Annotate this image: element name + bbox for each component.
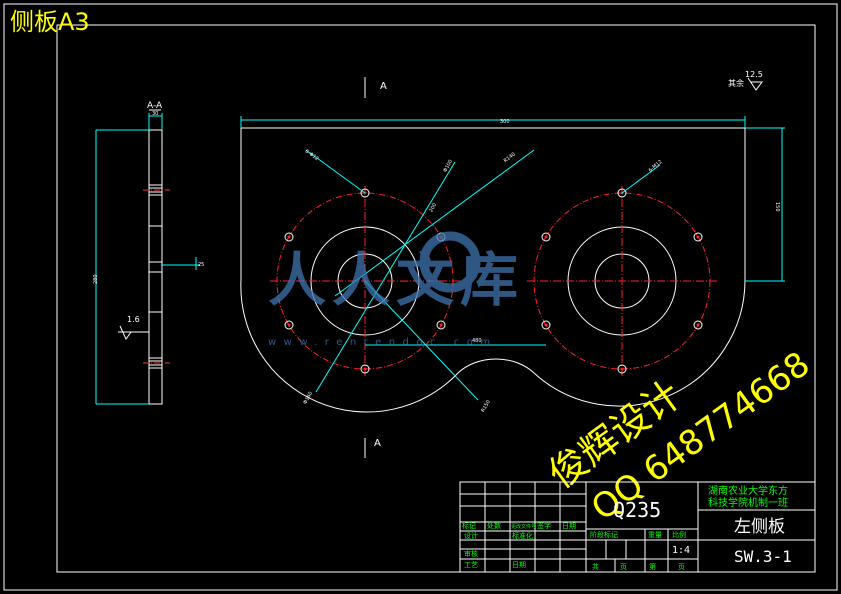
tb-part-name: 左侧板 [734,517,785,537]
tb-row2-col1: 设计 [464,531,478,540]
watermark-url: www.renrendoc.com [268,337,498,348]
section-dim-top: 30 [152,111,158,117]
tb-scale-header: 比例 [672,530,686,539]
dim-width: 300 [500,119,510,125]
tb-weight-header: 重量 [648,531,662,539]
section-mark-top: A [380,81,387,92]
tb-scale: 1:4 [672,545,690,556]
surface-finish-value: 12.5 [745,70,763,79]
tb-stage-header: 阶段标记 [590,530,618,539]
section-mark-bottom: A [374,438,381,449]
tb-sheets-1: 共 [592,562,599,571]
tb-row1-col4: 签字 [537,521,551,530]
dim-radius-a: R140 [503,151,517,164]
tb-row4-col1: 工艺 [464,561,478,569]
tb-row1-col2: 处数 [487,521,501,530]
tb-row3-col1: 审核 [464,549,478,558]
dim-thread-holes: 6-M12 [648,159,664,174]
dim-radius-b: R150 [480,399,492,413]
tb-drawing-no: SW.3-1 [734,547,792,566]
surface-finish-prefix: 其余 [728,78,744,88]
tb-row4-col3: 日期 [512,561,526,569]
tb-row2-col3: 标准化 [512,531,533,540]
tb-sheets-3: 第 [649,562,656,571]
section-dim-height: 280 [93,274,99,284]
section-dim-right: 25 [198,262,204,268]
tb-sheets-2: 页 [620,563,627,571]
cad-drawing-canvas: 侧板A3 A-A 30 25 280 1.6 A A 其余 12.5 300 1… [3,3,838,591]
watermark-text: 人人文库 [268,246,524,314]
tb-row1-col5: 日期 [562,522,576,530]
section-view: A-A 30 25 280 1.6 [93,101,204,405]
tb-row1-col3: 更改文件号 [511,523,536,530]
tb-school-line1: 湖南农业大学东方 [708,484,788,497]
section-roughness: 1.6 [127,315,140,324]
tb-row1-col1: 标记 [462,521,476,530]
corner-title: 侧板A3 [10,8,90,36]
tb-school-line2: 科技学院机制一班 [708,496,788,509]
dim-through-holes: 6-Φ12 [304,148,320,162]
tb-material: Q235 [613,498,661,522]
surface-finish-note: 其余 12.5 [728,70,763,91]
tb-sheets-4: 页 [678,563,685,571]
dim-bore-large: Φ160 [302,391,314,406]
watermark: 人人文库 www.renrendoc.com [268,231,524,348]
dim-height: 150 [774,202,780,212]
